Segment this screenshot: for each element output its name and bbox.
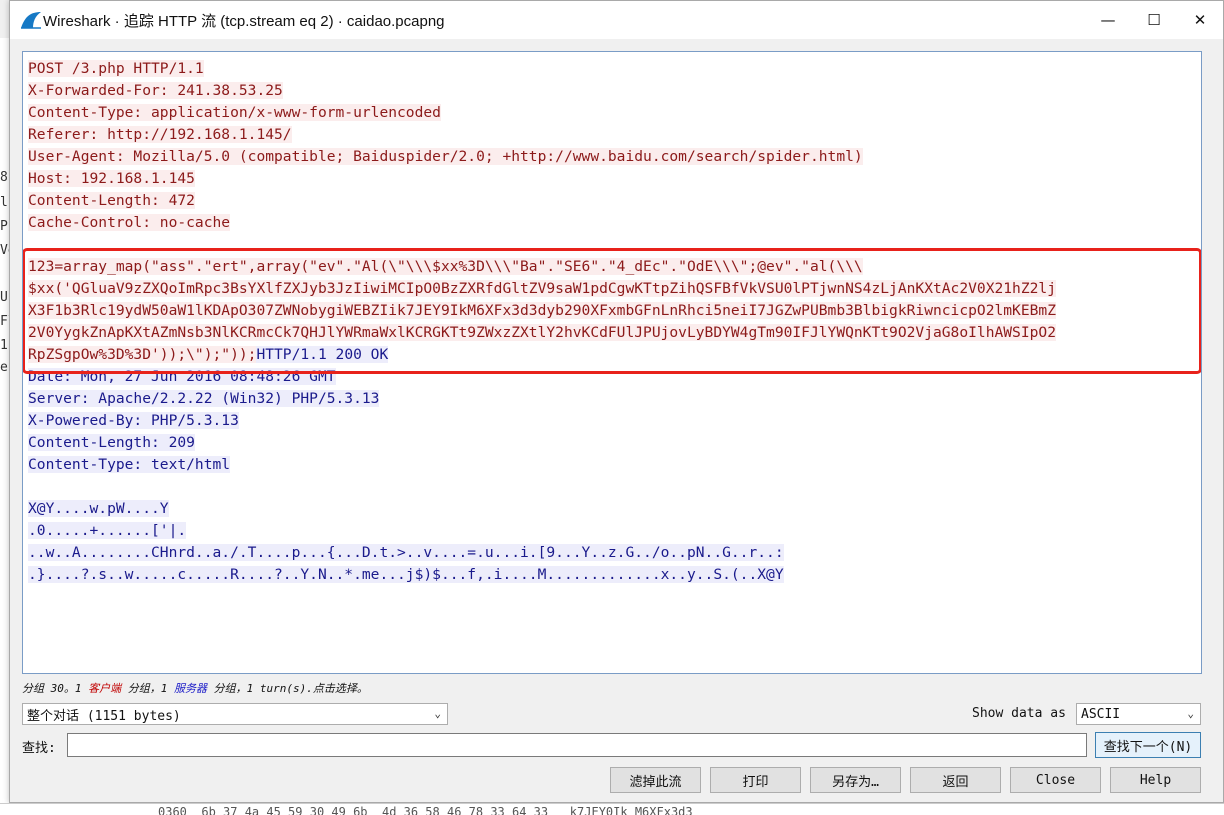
filter-out-stream-button[interactable]: 滤掉此流 (610, 767, 701, 793)
back-button[interactable]: 返回 (910, 767, 1001, 793)
packet-summary-status: 分组 30。1 客户端 分组，1 服务器 分组，1 turn(s).点击选择。 (22, 680, 368, 696)
request-body-line: X3F1b3Rlc19ydW50aW1lKDApO307ZWNobygiWEBZ… (28, 302, 1056, 319)
request-header-line: X-Forwarded-For: 241.38.53.25 (28, 82, 283, 99)
request-header-line: POST /3.php HTTP/1.1 (28, 60, 204, 77)
window-title: Wireshark · 追踪 HTTP 流 (tcp.stream eq 2) … (43, 13, 445, 30)
chevron-down-icon: ⌄ (434, 707, 441, 720)
response-header-line: Server: Apache/2.2.22 (Win32) PHP/5.3.13 (28, 390, 380, 407)
hex-dump-line: 0360 6b 37 4a 45 59 30 49 6b 4d 36 58 46… (158, 805, 693, 815)
wireshark-fin-icon (21, 12, 41, 29)
minimize-icon: — (1100, 11, 1116, 29)
status-suffix: 分组，1 turn(s).点击选择。 (207, 682, 368, 695)
print-button[interactable]: 打印 (710, 767, 801, 793)
show-data-as-label: Show data as (972, 706, 1066, 721)
status-prefix: 分组 30。1 (22, 682, 89, 695)
close-window-button[interactable]: ✕ (1177, 1, 1223, 39)
response-status-line: HTTP/1.1 200 OK (256, 346, 389, 363)
chevron-down-icon: ⌄ (1187, 707, 1194, 720)
request-header-line: Content-Length: 472 (28, 192, 195, 209)
help-button[interactable]: Help (1110, 767, 1201, 793)
show-data-as-select[interactable]: ASCII ⌄ (1076, 703, 1201, 725)
save-as-button[interactable]: 另存为… (810, 767, 901, 793)
conversation-select[interactable]: 整个对话 (1151 bytes) ⌄ (22, 703, 448, 725)
find-label: 查找: (22, 741, 56, 756)
maximize-button[interactable]: ☐ (1131, 1, 1177, 39)
title-bar: Wireshark · 追踪 HTTP 流 (tcp.stream eq 2) … (10, 1, 1223, 39)
find-next-button[interactable]: 查找下一个(N) (1095, 732, 1201, 758)
request-body-line: $xx('QGluaV9zZXQoImRpc3BsYXlfZXJyb3JzIiw… (28, 280, 1056, 297)
request-body-line: 2V0YygkZnApKXtAZmNsb3NlKCRmcCk7QHJlYWRma… (28, 324, 1056, 341)
maximize-icon: ☐ (1147, 11, 1161, 29)
find-input[interactable] (67, 733, 1087, 757)
response-header-line: Date: Mon, 27 Jun 2016 08:48:26 GMT (28, 368, 336, 385)
stream-content-pane[interactable]: POST /3.php HTTP/1.1 X-Forwarded-For: 24… (22, 51, 1202, 674)
client-label: 客户端 (88, 682, 122, 695)
bg-glyph: 1 (0, 338, 8, 353)
response-body-line: ..w..A........CHnrd..a./.T....p...{...D.… (28, 544, 784, 561)
request-body-line: 123=array_map("ass"."ert",array("ev"."Al… (28, 258, 863, 275)
request-header-line: Host: 192.168.1.145 (28, 170, 195, 187)
response-body-line: .}....?.s..w.....c.....R....?..Y.N..*.me… (28, 566, 784, 583)
request-body-line: RpZSgpOw%3D%3D'));\");")); (28, 346, 257, 363)
bg-glyph: e (0, 360, 8, 375)
request-header-line: Cache-Control: no-cache (28, 214, 231, 231)
close-button[interactable]: Close (1010, 767, 1101, 793)
bg-glyph: 8 (0, 170, 8, 185)
conversation-select-value: 整个对话 (1151 bytes) (27, 708, 181, 724)
request-header-line: Referer: http://192.168.1.145/ (28, 126, 292, 143)
response-body-line: .0.....+......['|. (28, 522, 187, 539)
bg-glyph: U (0, 290, 8, 305)
request-header-line: User-Agent: Mozilla/5.0 (compatible; Bai… (28, 148, 863, 165)
minimize-button[interactable]: — (1085, 1, 1131, 39)
response-header-line: X-Powered-By: PHP/5.3.13 (28, 412, 239, 429)
server-label: 服务器 (174, 682, 207, 695)
response-header-line: Content-Type: text/html (28, 456, 231, 473)
show-data-as-value: ASCII (1081, 706, 1121, 722)
request-header-line: Content-Type: application/x-www-form-url… (28, 104, 441, 121)
status-middle: 分组，1 (121, 682, 174, 695)
background-hex-dump-row: 0360 6b 37 4a 45 59 30 49 6b 4d 36 58 46… (0, 803, 1224, 815)
response-header-line: Content-Length: 209 (28, 434, 195, 451)
response-body-line: X@Y....w.pW....Y (28, 500, 169, 517)
close-icon: ✕ (1193, 11, 1207, 29)
follow-http-stream-dialog: Wireshark · 追踪 HTTP 流 (tcp.stream eq 2) … (9, 0, 1224, 803)
